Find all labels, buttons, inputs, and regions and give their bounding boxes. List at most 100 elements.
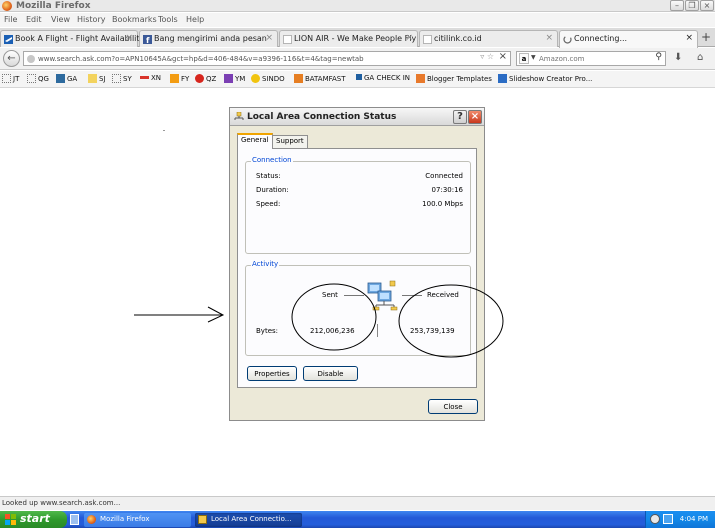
firefox-icon [2,1,12,11]
disable-button[interactable]: Disable [303,366,358,381]
firefox-icon [87,515,96,524]
connection-status-dialog: Local Area Connection Status ? × General… [229,107,485,421]
tab-lion-air[interactable]: LION AIR - We Make People Fly × [279,30,418,47]
close-button[interactable]: Close [428,399,478,414]
tab-book-a-flight[interactable]: Book A Flight - Flight Availabilit... × [0,30,147,47]
bookmark-item[interactable]: SJ [88,74,106,83]
bookmark-item[interactable]: QZ [195,74,216,83]
back-button[interactable]: ← [3,50,20,67]
menu-edit[interactable]: Edit [26,15,42,24]
bookmark-item[interactable]: GA [56,74,77,83]
menu-bookmarks[interactable]: Bookmarks [112,15,157,24]
bookmark-item[interactable]: GA CHECK IN [356,74,410,82]
close-tab-icon[interactable]: × [545,33,553,43]
system-tray: 4:04 PM [645,511,715,528]
window-title: Mozilla Firefox [16,1,91,11]
tab-connecting[interactable]: Connecting... × [559,30,698,48]
dropdown-arrow-icon[interactable]: ▿ ☆ [480,52,494,61]
bookmark-item[interactable]: Slideshow Creator Pro... [498,74,592,83]
arrow-annotation [134,306,225,323]
received-line [402,295,422,296]
close-tab-icon[interactable]: × [265,33,273,43]
navigation-bar: ← ▿ ☆ × a ▼ ⚲ ⬇ ⌂ [0,48,715,70]
start-button[interactable]: start [0,511,67,528]
search-bar[interactable]: a ▼ ⚲ [516,51,666,66]
bookmark-airline-icon [140,76,149,79]
bookmark-star-icon [88,74,97,83]
bookmark-page-icon [112,74,121,83]
taskbar: start Mozilla Firefox Local Area Connect… [0,511,715,528]
svg-text:f: f [146,36,150,44]
bookmark-item[interactable]: BATAMFAST [294,74,346,83]
stop-icon[interactable]: × [499,51,507,62]
bookmark-item[interactable]: JT [2,74,19,83]
close-window-button[interactable]: × [700,0,714,11]
quick-launch-icon[interactable] [70,514,79,525]
mail-icon [224,74,233,83]
menu-tools[interactable]: Tools [158,15,178,24]
title-bar: Mozilla Firefox – ❐ × [0,0,715,12]
slideshow-icon [498,74,507,83]
bookmark-airline-icon [195,74,204,83]
status-bar: Looked up www.search.ask.com... [0,496,715,510]
bookmark-airline-icon [56,74,65,83]
dot-mark [163,130,165,131]
maximize-button[interactable]: ❐ [685,0,699,11]
speed-label: Speed: [256,200,281,208]
taskbar-item-connection-status[interactable]: Local Area Connectio... [195,513,302,527]
tab-general[interactable]: General [237,133,273,149]
loading-icon [563,35,572,44]
properties-button[interactable]: Properties [247,366,297,381]
url-input[interactable] [38,52,478,65]
search-icon[interactable]: ⚲ [655,52,662,62]
speed-value: 100.0 Mbps [422,200,463,208]
close-tab-icon[interactable]: × [685,33,693,43]
globe-icon [27,55,35,63]
bookmark-item[interactable]: YM [224,74,245,83]
divider [377,324,378,337]
bookmark-item[interactable]: QG [27,74,49,83]
home-icon[interactable]: ⌂ [697,52,703,63]
bookmark-flag-icon [356,74,362,80]
menu-help[interactable]: Help [186,15,204,24]
bookmark-page-icon [27,74,36,83]
minimize-button[interactable]: – [670,0,684,11]
network-computers-icon [367,280,398,311]
status-label: Status: [256,172,281,180]
bookmark-item[interactable]: SINDO [251,74,285,83]
sent-line [344,295,364,296]
bookmark-item[interactable]: XN [140,74,161,82]
dialog-close-button[interactable]: × [468,110,482,124]
tab-support[interactable]: Support [272,135,308,148]
taskbar-item-firefox[interactable]: Mozilla Firefox [84,513,191,527]
help-button[interactable]: ? [453,110,467,124]
dialog-title-bar: Local Area Connection Status ? × [230,108,484,126]
tab-facebook[interactable]: f Bang mengirimi anda pesan × [139,30,278,47]
network-tray-icon[interactable] [663,514,673,524]
windows-logo-icon [5,514,16,525]
tray-arrow-icon[interactable] [650,514,660,524]
duration-value: 07:30:16 [431,186,463,194]
bookmark-page-icon [2,74,11,83]
menu-file[interactable]: File [4,15,17,24]
network-icon [234,112,244,120]
chevron-down-icon[interactable]: ▼ [531,54,536,61]
download-icon[interactable]: ⬇ [674,52,682,63]
bookmark-item[interactable]: Blogger Templates [416,74,492,83]
bookmark-item[interactable]: FY [170,74,189,83]
url-bar[interactable]: ▿ ☆ × [23,51,511,66]
search-input[interactable] [539,52,649,65]
clock: 4:04 PM [679,515,708,523]
bookmark-item[interactable]: SY [112,74,132,83]
blank-page-icon [283,35,292,44]
close-tab-icon[interactable]: × [125,33,133,43]
search-engine-icon[interactable]: a [519,53,529,64]
menu-view[interactable]: View [51,15,70,24]
menu-history[interactable]: History [77,15,105,24]
blank-page-icon [423,35,432,44]
tab-citilink[interactable]: citilink.co.id × [419,30,558,47]
close-tab-icon[interactable]: × [405,33,413,43]
activity-group: Activity Sent Received Bytes: 212,006,23… [245,260,471,356]
bookmark-ferry-icon [294,74,303,83]
new-tab-button[interactable]: + [701,30,711,44]
